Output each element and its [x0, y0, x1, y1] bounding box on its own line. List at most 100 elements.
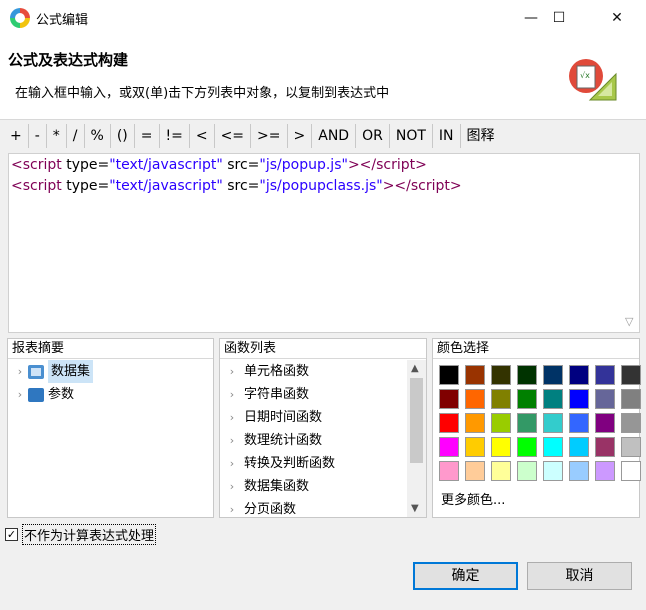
- operator-button[interactable]: IN: [433, 124, 461, 148]
- color-swatch[interactable]: [439, 437, 459, 457]
- color-swatch[interactable]: [543, 389, 563, 409]
- color-swatch[interactable]: [491, 389, 511, 409]
- operator-button[interactable]: AND: [312, 124, 357, 148]
- code-line[interactable]: <script type="text/javascript" src="js/p…: [11, 155, 637, 176]
- expand-arrow-icon[interactable]: ›: [220, 452, 244, 475]
- color-swatch[interactable]: [465, 437, 485, 457]
- tree-item[interactable]: › 参数: [12, 383, 213, 406]
- function-category-item[interactable]: › 单元格函数: [220, 360, 406, 383]
- operator-button[interactable]: %: [85, 124, 111, 148]
- color-swatch[interactable]: [543, 365, 563, 385]
- color-swatch[interactable]: [517, 437, 537, 457]
- more-colors-link[interactable]: 更多颜色...: [441, 489, 505, 508]
- color-swatch[interactable]: [569, 461, 589, 481]
- code-line[interactable]: <script type="text/javascript" src="js/p…: [11, 176, 637, 197]
- color-swatch[interactable]: [543, 461, 563, 481]
- code-token-val2: "js/popup.js": [259, 157, 348, 173]
- expand-arrow-icon[interactable]: ›: [220, 475, 244, 498]
- chevron-down-icon[interactable]: ▼: [411, 503, 419, 514]
- function-category-item[interactable]: › 数据集函数: [220, 475, 406, 498]
- function-category-item[interactable]: › 转换及判断函数: [220, 452, 406, 475]
- color-swatch[interactable]: [439, 413, 459, 433]
- code-token-close: ></: [347, 157, 377, 173]
- color-swatch[interactable]: [465, 461, 485, 481]
- function-category-item[interactable]: › 日期时间函数: [220, 406, 406, 429]
- operator-button[interactable]: /: [67, 124, 85, 148]
- function-category-item[interactable]: › 数理统计函数: [220, 429, 406, 452]
- operator-button[interactable]: =: [135, 124, 160, 148]
- expand-arrow-icon[interactable]: ›: [12, 360, 28, 383]
- color-swatch[interactable]: [517, 413, 537, 433]
- not-expression-checkbox[interactable]: ✓: [5, 528, 18, 541]
- color-swatch[interactable]: [621, 461, 641, 481]
- color-swatch[interactable]: [543, 413, 563, 433]
- chevron-up-icon[interactable]: ▲: [411, 363, 419, 374]
- color-swatch[interactable]: [621, 365, 641, 385]
- expand-arrow-icon[interactable]: ›: [220, 498, 244, 521]
- operator-button[interactable]: OR: [356, 124, 390, 148]
- expand-arrow-icon[interactable]: ›: [220, 360, 244, 383]
- code-token-attr1: type=: [61, 157, 110, 173]
- operator-button[interactable]: -: [29, 124, 47, 148]
- function-category-item[interactable]: › 分页函数: [220, 498, 406, 521]
- expression-editor[interactable]: <script type="text/javascript" src="js/p…: [8, 153, 640, 333]
- expand-arrow-icon[interactable]: ›: [220, 429, 244, 452]
- cancel-button[interactable]: 取消: [527, 562, 632, 590]
- operator-button[interactable]: <: [190, 124, 215, 148]
- tree-item[interactable]: › 数据集: [12, 360, 213, 383]
- operator-button[interactable]: >: [288, 124, 313, 148]
- tree-item-label: 参数: [48, 387, 75, 402]
- color-picker-header: 颜色选择: [433, 339, 639, 359]
- color-swatch[interactable]: [439, 365, 459, 385]
- color-swatch[interactable]: [595, 413, 615, 433]
- maximize-button[interactable]: ☐: [536, 0, 582, 36]
- color-swatch[interactable]: [491, 365, 511, 385]
- color-swatch[interactable]: [465, 365, 485, 385]
- color-swatch[interactable]: [465, 389, 485, 409]
- editor-scrollbar[interactable]: ▽: [622, 154, 639, 332]
- color-swatch[interactable]: [439, 461, 459, 481]
- color-swatch[interactable]: [595, 365, 615, 385]
- color-swatch[interactable]: [517, 461, 537, 481]
- operator-button[interactable]: <=: [215, 124, 252, 148]
- scrollbar-thumb[interactable]: [410, 378, 423, 463]
- function-category-label: 日期时间函数: [244, 410, 323, 425]
- color-swatch[interactable]: [465, 413, 485, 433]
- expand-arrow-icon[interactable]: ›: [220, 383, 244, 406]
- color-swatch[interactable]: [595, 437, 615, 457]
- color-swatch[interactable]: [621, 413, 641, 433]
- operator-button[interactable]: 图释: [461, 124, 501, 148]
- color-swatch[interactable]: [621, 437, 641, 457]
- operator-button[interactable]: +: [4, 124, 29, 148]
- chevron-down-icon[interactable]: ▽: [625, 315, 633, 328]
- color-swatch[interactable]: [569, 437, 589, 457]
- ok-button[interactable]: 确定: [413, 562, 518, 590]
- color-swatch[interactable]: [595, 389, 615, 409]
- operator-button[interactable]: NOT: [390, 124, 433, 148]
- operator-button[interactable]: (): [111, 124, 135, 148]
- color-swatch[interactable]: [491, 437, 511, 457]
- color-swatch[interactable]: [439, 389, 459, 409]
- operator-button[interactable]: *: [47, 124, 67, 148]
- function-list-scrollbar[interactable]: ▲ ▼: [407, 360, 426, 517]
- function-category-item[interactable]: › 字符串函数: [220, 383, 406, 406]
- color-swatch[interactable]: [569, 365, 589, 385]
- expand-arrow-icon[interactable]: ›: [220, 406, 244, 429]
- not-expression-label[interactable]: 不作为计算表达式处理: [22, 524, 157, 545]
- close-button[interactable]: ✕: [594, 0, 640, 36]
- color-swatch[interactable]: [621, 389, 641, 409]
- color-swatch[interactable]: [595, 461, 615, 481]
- color-swatch[interactable]: [517, 389, 537, 409]
- color-swatch[interactable]: [517, 365, 537, 385]
- color-swatch[interactable]: [491, 461, 511, 481]
- header-description: 在输入框中输入，或双(单)击下方列表中对象，以复制到表达式中: [15, 86, 390, 101]
- function-category-label: 数理统计函数: [244, 433, 323, 448]
- operator-button[interactable]: !=: [160, 124, 190, 148]
- color-swatch[interactable]: [569, 413, 589, 433]
- operator-button[interactable]: >=: [251, 124, 288, 148]
- color-swatch[interactable]: [543, 437, 563, 457]
- not-expression-option[interactable]: ✓ 不作为计算表达式处理: [5, 524, 157, 545]
- color-swatch[interactable]: [491, 413, 511, 433]
- color-swatch[interactable]: [569, 389, 589, 409]
- expand-arrow-icon[interactable]: ›: [12, 383, 28, 406]
